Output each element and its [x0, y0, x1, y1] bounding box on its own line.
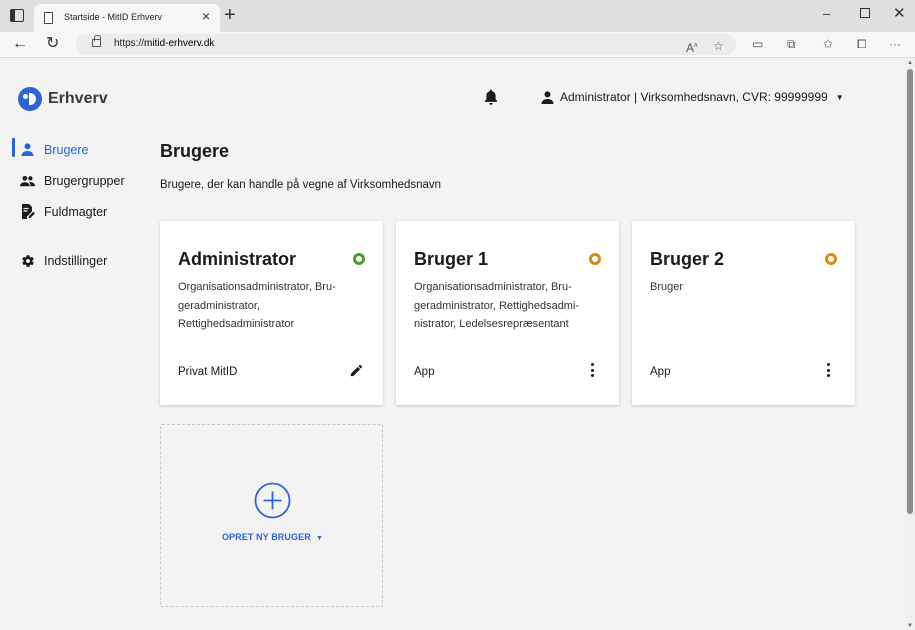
- logo-text: Erhverv: [48, 90, 108, 107]
- address-bar: ← ↻ https://mitid-erhverv.dk Aʌ ☆ ▭ ⧉ ✩ …: [0, 32, 915, 58]
- create-user-label: OPRET NY BRUGER ▼: [221, 532, 324, 542]
- user-login-method: Privat MitID: [178, 366, 238, 378]
- split-screen-icon[interactable]: ▭: [752, 36, 763, 52]
- status-indicator: [825, 253, 837, 265]
- person-icon: [20, 142, 35, 157]
- user-menu[interactable]: Administrator | Virksomhedsnavn, CVR: 99…: [541, 90, 844, 104]
- mitid-logo-icon: [18, 87, 42, 111]
- user-name: Bruger 1: [414, 249, 489, 269]
- collections-icon[interactable]: ⧠: [857, 36, 867, 52]
- more-vert-icon[interactable]: [819, 361, 837, 379]
- add-circle-icon: [254, 482, 291, 519]
- tab-title: Startside - MitID Erhverv: [64, 12, 163, 22]
- sidebar-item-label: Brugere: [44, 142, 89, 157]
- user-roles: Organisationsadministrator, Bru-geradmin…: [178, 281, 336, 330]
- reload-icon[interactable]: ↻: [46, 35, 59, 53]
- scrollbar-thumb[interactable]: [907, 69, 913, 514]
- user-name: Administrator: [178, 249, 297, 269]
- gear-icon: [20, 253, 35, 268]
- back-icon[interactable]: ←: [12, 35, 28, 53]
- person-icon: [541, 90, 554, 104]
- more-icon[interactable]: ···: [889, 36, 901, 52]
- url-field[interactable]: https://mitid-erhverv.dk Aʌ ☆: [76, 34, 736, 55]
- maximize-icon[interactable]: [860, 8, 870, 18]
- user-card[interactable]: Bruger 1 Organisationsadministrator, Bru…: [396, 221, 619, 405]
- sidebar: Brugere Brugergrupper Fuldmagter Indstil…: [0, 134, 150, 276]
- edit-icon[interactable]: [347, 361, 365, 379]
- browser-tab-bar: Startside - MitID Erhverv × + – ✕: [0, 0, 915, 32]
- close-window-icon[interactable]: ✕: [893, 6, 906, 22]
- scroll-up-icon[interactable]: ▲: [907, 60, 913, 66]
- extensions-icon[interactable]: ⧉: [787, 36, 796, 52]
- sidebar-item-indstillinger[interactable]: Indstillinger: [0, 245, 150, 276]
- scroll-down-icon[interactable]: ▼: [907, 623, 913, 629]
- more-vert-icon[interactable]: [583, 361, 601, 379]
- sidebar-item-brugere[interactable]: Brugere: [0, 134, 150, 165]
- status-indicator: [589, 253, 601, 265]
- lock-icon[interactable]: [92, 35, 101, 47]
- page-subtitle: Brugere, der kan handle på vegne af Virk…: [160, 179, 442, 191]
- user-roles: Organisationsadministrator, Bru-geradmin…: [414, 281, 580, 330]
- document-signature-icon: [20, 204, 35, 219]
- new-tab-icon[interactable]: +: [224, 3, 236, 27]
- page-content: Erhverv Administrator | Virksomhedsnavn,…: [0, 59, 905, 630]
- user-login-method: App: [650, 366, 671, 378]
- browser-tab[interactable]: Startside - MitID Erhverv ×: [34, 4, 220, 32]
- page-title: Brugere: [160, 141, 230, 161]
- status-indicator: [353, 253, 365, 265]
- user-name: Bruger 2: [650, 249, 725, 269]
- minimize-icon[interactable]: –: [823, 6, 830, 22]
- user-menu-label: Administrator | Virksomhedsnavn, CVR: 99…: [560, 90, 828, 104]
- close-tab-icon[interactable]: ×: [202, 8, 210, 24]
- chevron-down-icon: ▼: [835, 92, 844, 102]
- user-card[interactable]: Bruger 2 Bruger App: [632, 221, 855, 405]
- sidebar-item-fuldmagter[interactable]: Fuldmagter: [0, 196, 150, 227]
- user-login-method: App: [414, 366, 435, 378]
- sidebar-item-label: Indstillinger: [44, 253, 108, 268]
- scrollbar[interactable]: ▲ ▼: [905, 59, 915, 630]
- chevron-down-icon: ▼: [316, 535, 324, 542]
- workspaces-icon[interactable]: [10, 9, 24, 22]
- page-icon: [44, 12, 53, 24]
- read-aloud-icon[interactable]: Aʌ: [686, 38, 698, 56]
- user-roles: Bruger: [650, 281, 684, 293]
- logo[interactable]: Erhverv: [18, 87, 108, 111]
- people-icon: [20, 173, 35, 188]
- sidebar-item-brugergrupper[interactable]: Brugergrupper: [0, 165, 150, 196]
- favorites-list-icon[interactable]: ✩: [823, 36, 833, 52]
- notification-bell-icon[interactable]: [484, 89, 498, 110]
- user-card[interactable]: Administrator Organisationsadministrator…: [160, 221, 383, 405]
- sidebar-item-label: Brugergrupper: [44, 173, 125, 188]
- create-user-button[interactable]: OPRET NY BRUGER ▼: [160, 424, 383, 607]
- favorite-icon[interactable]: ☆: [713, 38, 724, 54]
- url-text: https://mitid-erhverv.dk: [114, 38, 215, 49]
- sidebar-item-label: Fuldmagter: [44, 204, 108, 219]
